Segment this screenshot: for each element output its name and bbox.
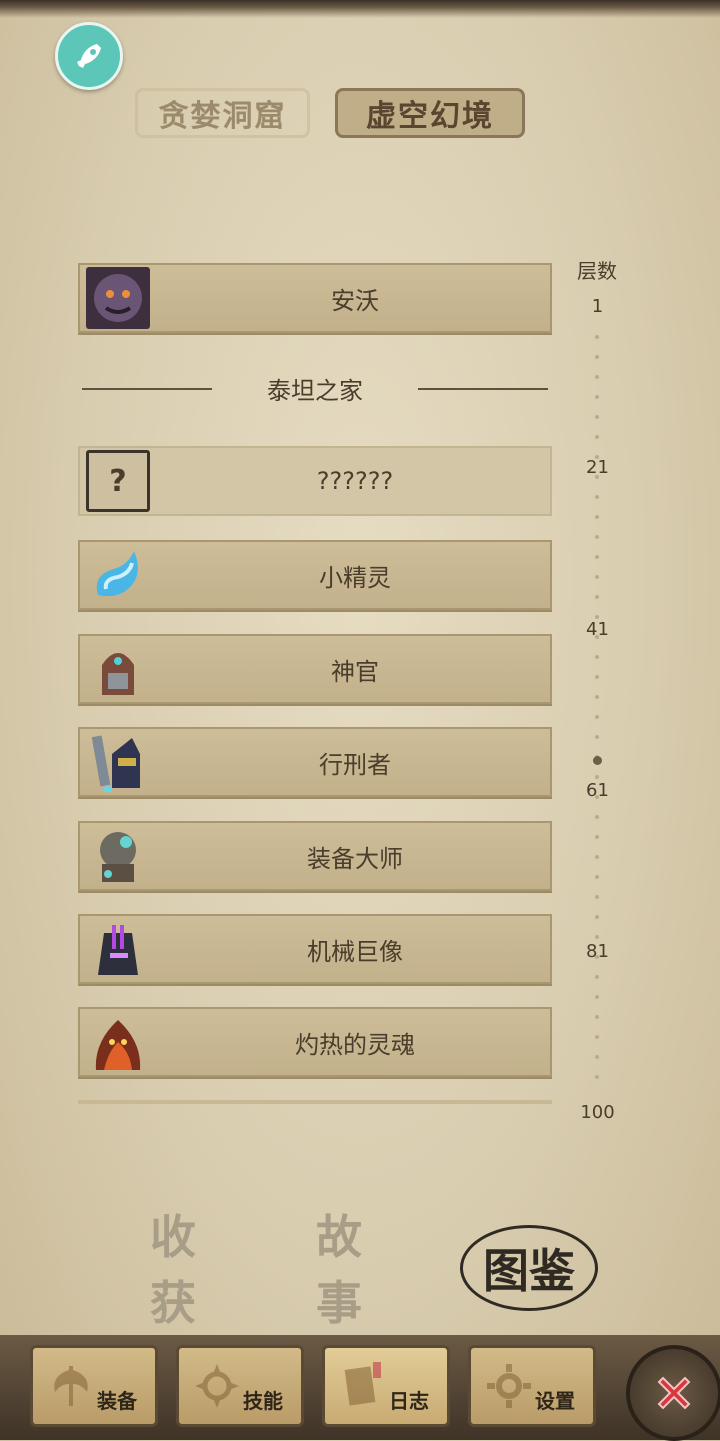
gear-icon: [487, 1364, 531, 1408]
scale-dot: [595, 1015, 599, 1019]
monster-entry-equipment-master[interactable]: 装备大师: [78, 821, 552, 891]
demon-face-portrait: [86, 267, 150, 329]
executioner-portrait: [86, 731, 150, 793]
tab-label: 贪婪洞窟: [158, 99, 287, 134]
nav-label: 设置: [535, 1389, 575, 1413]
rocket-button[interactable]: [55, 22, 123, 90]
monster-name: 神官: [331, 657, 379, 686]
divider-line-right: [418, 388, 548, 390]
scale-dot: [595, 835, 599, 839]
monster-name: 机械巨像: [307, 937, 403, 966]
divider-line-left: [82, 388, 212, 390]
tab-codex[interactable]: 图鉴: [460, 1225, 598, 1311]
nav-label: 装备: [97, 1389, 137, 1413]
scale-dot: [595, 935, 599, 939]
tab-greedy-cave[interactable]: 贪婪洞窟: [135, 88, 310, 138]
scale-dot: [595, 655, 599, 659]
scale-dot: [595, 955, 599, 959]
scale-dot: [595, 515, 599, 519]
level-tick: 100: [580, 1102, 615, 1123]
rocket-icon: [77, 44, 101, 68]
tab-harvest[interactable]: 收获: [150, 1210, 240, 1330]
scale-dot: [595, 695, 599, 699]
close-icon: [657, 1376, 691, 1410]
nav-journal-button[interactable]: 日志: [322, 1345, 450, 1427]
tab-story[interactable]: 故事: [316, 1210, 406, 1330]
scale-dot: [595, 455, 599, 459]
scale-dot: [595, 1055, 599, 1059]
monster-entry-mech-colossus[interactable]: 机械巨像: [78, 914, 552, 984]
scale-dot: [595, 895, 599, 899]
scale-dot: [595, 415, 599, 419]
scale-dot: [595, 735, 599, 739]
scale-dot: [595, 595, 599, 599]
axe-icon: [54, 1366, 88, 1406]
equipment-master-portrait: [86, 825, 150, 887]
scale-dot: [595, 355, 599, 359]
scale-dot: [595, 1035, 599, 1039]
monster-name: ??????: [316, 467, 394, 495]
monster-entry-burning-soul[interactable]: 灼热的灵魂: [78, 1007, 552, 1077]
scale-dot: [595, 435, 599, 439]
tab-void-realm[interactable]: 虚空幻境: [335, 88, 525, 138]
scale-dot: [595, 995, 599, 999]
scale-dot: [595, 675, 599, 679]
section-title: 泰坦之家: [267, 376, 363, 405]
section-divider-titan-home: 泰坦之家: [78, 368, 552, 408]
journal-book-icon: [344, 1362, 381, 1406]
top-torn-edge: [0, 0, 720, 18]
unknown-question-portrait: ?: [86, 450, 150, 512]
scale-dot: [595, 715, 599, 719]
scale-dot: [595, 335, 599, 339]
scale-dot: [595, 855, 599, 859]
monster-entry-executioner[interactable]: 行刑者: [78, 727, 552, 797]
priest-portrait: [86, 638, 150, 700]
next-entry-edge: [78, 1100, 552, 1104]
current-level-marker: [593, 756, 602, 765]
scale-dot: [595, 575, 599, 579]
monster-name: 灼热的灵魂: [295, 1030, 415, 1059]
nav-settings-button[interactable]: 设置: [468, 1345, 596, 1427]
burning-soul-portrait: [86, 1011, 150, 1073]
scale-dot: [595, 535, 599, 539]
close-button[interactable]: [626, 1345, 720, 1441]
level-scale-header: 层数: [577, 259, 617, 283]
monster-name: 安沃: [331, 286, 379, 315]
level-tick: 1: [591, 296, 604, 317]
skill-burst-icon: [195, 1364, 239, 1408]
nav-label: 日志: [389, 1389, 429, 1413]
scale-dot: [595, 615, 599, 619]
tab-label: 虚空幻境: [366, 99, 494, 134]
nav-label: 技能: [243, 1389, 283, 1413]
scale-dot: [595, 915, 599, 919]
monster-name: 小精灵: [319, 563, 391, 592]
scale-dot: [595, 975, 599, 979]
scale-dot: [595, 495, 599, 499]
nav-skills-button[interactable]: 技能: [176, 1345, 304, 1427]
scale-dot: [595, 1075, 599, 1079]
blue-wisp-portrait: [86, 544, 150, 606]
scale-dot: [595, 375, 599, 379]
scale-dot: [595, 635, 599, 639]
monster-name: 装备大师: [307, 844, 403, 873]
nav-equipment-button[interactable]: 装备: [30, 1345, 158, 1427]
scale-dot: [595, 475, 599, 479]
monster-entry-priest[interactable]: 神官: [78, 634, 552, 704]
mech-colossus-portrait: [86, 918, 150, 980]
scale-dot: [595, 775, 599, 779]
monster-name: 行刑者: [319, 750, 391, 779]
scale-dot: [595, 395, 599, 399]
monster-entry-sprite[interactable]: 小精灵: [78, 540, 552, 610]
scale-dot: [595, 555, 599, 559]
monster-entry-anwo[interactable]: 安沃: [78, 263, 552, 333]
scale-dot: [595, 875, 599, 879]
scale-dot: [595, 795, 599, 799]
monster-entry-unknown[interactable]: ? ??????: [78, 446, 552, 516]
scale-dot: [595, 815, 599, 819]
